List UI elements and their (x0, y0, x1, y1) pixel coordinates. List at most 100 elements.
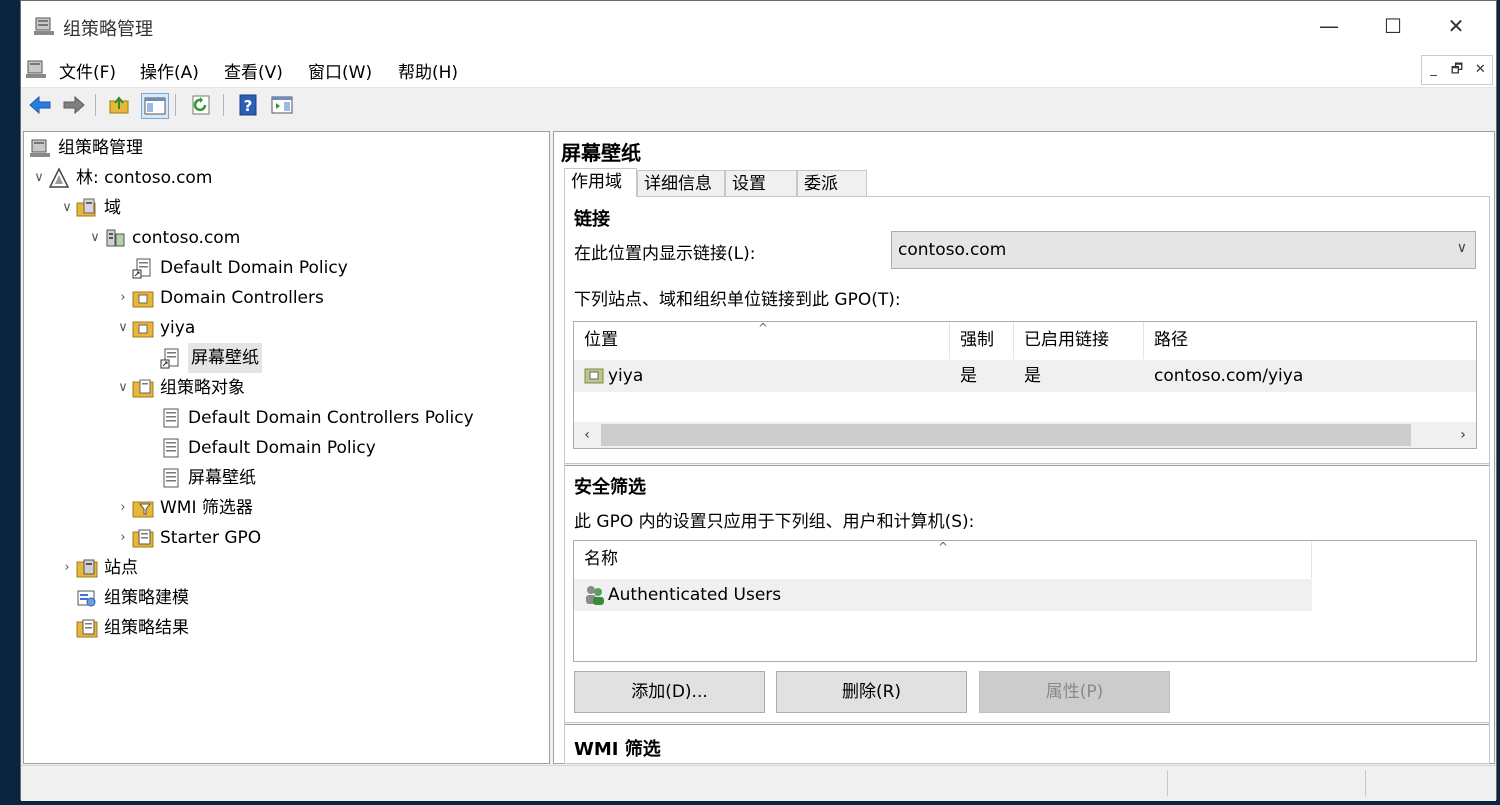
properties-button[interactable]: 属性(P) (979, 671, 1170, 713)
tree-item-gpo-ddp[interactable]: Default Domain Policy (142, 433, 376, 463)
tree-label: WMI 筛选器 (160, 498, 253, 518)
up-level-button[interactable] (107, 93, 133, 117)
expand-chevron-icon[interactable]: › (114, 523, 132, 553)
toolbar: ? (21, 88, 1496, 122)
expand-chevron-icon[interactable]: › (114, 283, 132, 313)
status-bar (21, 765, 1496, 801)
links-list[interactable]: 位置 强制 已启用链接 路径 ^ yiya 是 是 contoso.com/yi… (573, 321, 1477, 449)
close-button[interactable]: ✕ (1426, 1, 1486, 51)
gpo-link-icon (132, 258, 151, 279)
scrollbar-thumb[interactable] (601, 424, 1411, 446)
collapse-chevron-icon[interactable]: ∨ (86, 223, 104, 253)
mdi-restore-button[interactable]: 🗗 (1445, 56, 1468, 84)
starter-gpo-folder-icon (132, 529, 154, 548)
tab-settings[interactable]: 设置 (725, 170, 797, 196)
back-button[interactable] (27, 93, 53, 117)
section-divider[interactable] (565, 722, 1489, 725)
show-hide-tree-button[interactable] (141, 93, 169, 119)
tree-label: Default Domain Policy (188, 438, 376, 458)
collapse-chevron-icon[interactable]: ∨ (58, 193, 76, 223)
tree-item-gp-results[interactable]: 组策略结果 (76, 613, 189, 643)
table-row[interactable]: yiya 是 是 contoso.com/yiya (574, 360, 1476, 392)
minimize-button[interactable]: — (1299, 1, 1359, 51)
tree-item-domain-contoso[interactable]: ∨ contoso.com (86, 223, 240, 253)
collapse-chevron-icon[interactable]: ∨ (114, 313, 132, 343)
close-icon: ✕ (1447, 14, 1465, 38)
gpo-scroll-icon (163, 468, 179, 488)
section-divider[interactable] (565, 463, 1489, 466)
refresh-button[interactable] (189, 93, 215, 117)
tree-label: Domain Controllers (160, 288, 324, 308)
tree-item-gp-modeling[interactable]: 组策略建模 (76, 583, 189, 613)
tree-item-ou-yiya[interactable]: ∨ yiya (114, 313, 195, 343)
links-horizontal-scrollbar[interactable]: ‹ › (574, 422, 1476, 448)
scope-tab-page: 链接 在此位置内显示链接(L): contoso.com ∨ 下列站点、域和组织… (564, 196, 1490, 764)
tree-item-gpo-container[interactable]: ∨ 组策略对象 (114, 373, 245, 403)
tree-label: 组策略管理 (58, 138, 143, 158)
tab-details[interactable]: 详细信息 (637, 170, 725, 196)
minimize-icon: — (1319, 14, 1339, 38)
location-combobox[interactable]: contoso.com ∨ (891, 231, 1476, 269)
toolbar-separator (95, 94, 96, 116)
tree-item-gpm-root[interactable]: 组策略管理 (30, 133, 143, 163)
expand-chevron-icon[interactable]: › (114, 493, 132, 523)
menu-view[interactable]: 查看(V) (224, 58, 283, 83)
menu-help[interactable]: 帮助(H) (398, 58, 458, 83)
remove-button[interactable]: 删除(R) (776, 671, 967, 713)
console-tree: 组策略管理 ∨ 林: contoso.com ∨ 域 ∨ contoso.com De… (23, 131, 550, 764)
console-menu-icon[interactable] (26, 59, 48, 79)
tree-item-starter-gpo[interactable]: › Starter GPO (114, 523, 261, 553)
ou-folder-icon (132, 291, 154, 308)
tree-label: 屏幕壁纸 (188, 468, 256, 488)
menu-action[interactable]: 操作(A) (140, 58, 199, 83)
link-enabled-cell: 是 (1024, 366, 1041, 386)
forest-icon (48, 167, 70, 188)
show-links-label: 在此位置内显示链接(L): (574, 244, 756, 264)
add-button[interactable]: 添加(D)... (574, 671, 765, 713)
menu-file[interactable]: 文件(F) (59, 58, 116, 83)
tree-item-forest[interactable]: ∨ 林: contoso.com (30, 163, 212, 193)
tree-item-default-domain-policy-link[interactable]: Default Domain Policy (114, 253, 348, 283)
svg-text:?: ? (244, 97, 253, 115)
col-header-link-enabled[interactable]: 已启用链接 (1014, 322, 1144, 359)
tab-scope[interactable]: 作用域 (564, 168, 637, 197)
col-header-enforced[interactable]: 强制 (950, 322, 1014, 359)
tree-label: contoso.com (132, 228, 241, 248)
scroll-left-icon[interactable]: ‹ (574, 422, 600, 448)
mdi-close-button[interactable]: ✕ (1469, 56, 1492, 84)
help-button[interactable]: ? (235, 93, 261, 117)
tree-label: 组策略结果 (104, 618, 189, 638)
scroll-right-icon[interactable]: › (1450, 422, 1476, 448)
tree-item-wallpaper-link[interactable]: 屏幕壁纸 (142, 343, 262, 373)
tree-item-gpo-ddcp[interactable]: Default Domain Controllers Policy (142, 403, 474, 433)
security-list-header: 名称 ^ (574, 541, 1312, 578)
tree-item-domains[interactable]: ∨ 域 (58, 193, 121, 223)
tree-label: 林: contoso.com (76, 168, 213, 188)
col-header-path[interactable]: 路径 (1144, 322, 1476, 359)
collapse-chevron-icon[interactable]: ∨ (30, 163, 48, 193)
tree-item-sites[interactable]: › 站点 (58, 553, 138, 583)
gp-modeling-icon (77, 590, 96, 607)
tab-delegation[interactable]: 委派 (797, 170, 867, 196)
mdi-controls: _ 🗗 ✕ (1421, 55, 1493, 85)
menu-window[interactable]: 窗口(W) (308, 58, 372, 83)
tree-label: 站点 (104, 558, 138, 578)
tree-item-gpo-wallpaper[interactable]: 屏幕壁纸 (142, 463, 256, 493)
status-separator (1167, 770, 1168, 796)
ou-folder-icon (584, 368, 604, 384)
forward-button[interactable] (61, 93, 87, 117)
expand-chevron-icon[interactable]: › (58, 553, 76, 583)
tree-label: Starter GPO (160, 528, 262, 548)
mdi-minimize-button[interactable]: _ (1422, 56, 1445, 84)
sort-ascending-icon: ^ (758, 321, 769, 335)
tree-item-wmi-filters[interactable]: › WMI 筛选器 (114, 493, 253, 523)
show-action-pane-button[interactable] (269, 93, 295, 117)
sort-ascending-icon: ^ (938, 540, 949, 554)
collapse-chevron-icon[interactable]: ∨ (114, 373, 132, 403)
gpmc-root-icon (30, 139, 50, 157)
maximize-button[interactable]: ☐ (1363, 1, 1423, 51)
table-row[interactable]: Authenticated Users (574, 579, 1312, 611)
security-filter-list[interactable]: 名称 ^ Authenticated Users (573, 540, 1477, 662)
tree-item-domain-controllers[interactable]: › Domain Controllers (114, 283, 324, 313)
maximize-icon: ☐ (1384, 14, 1402, 38)
